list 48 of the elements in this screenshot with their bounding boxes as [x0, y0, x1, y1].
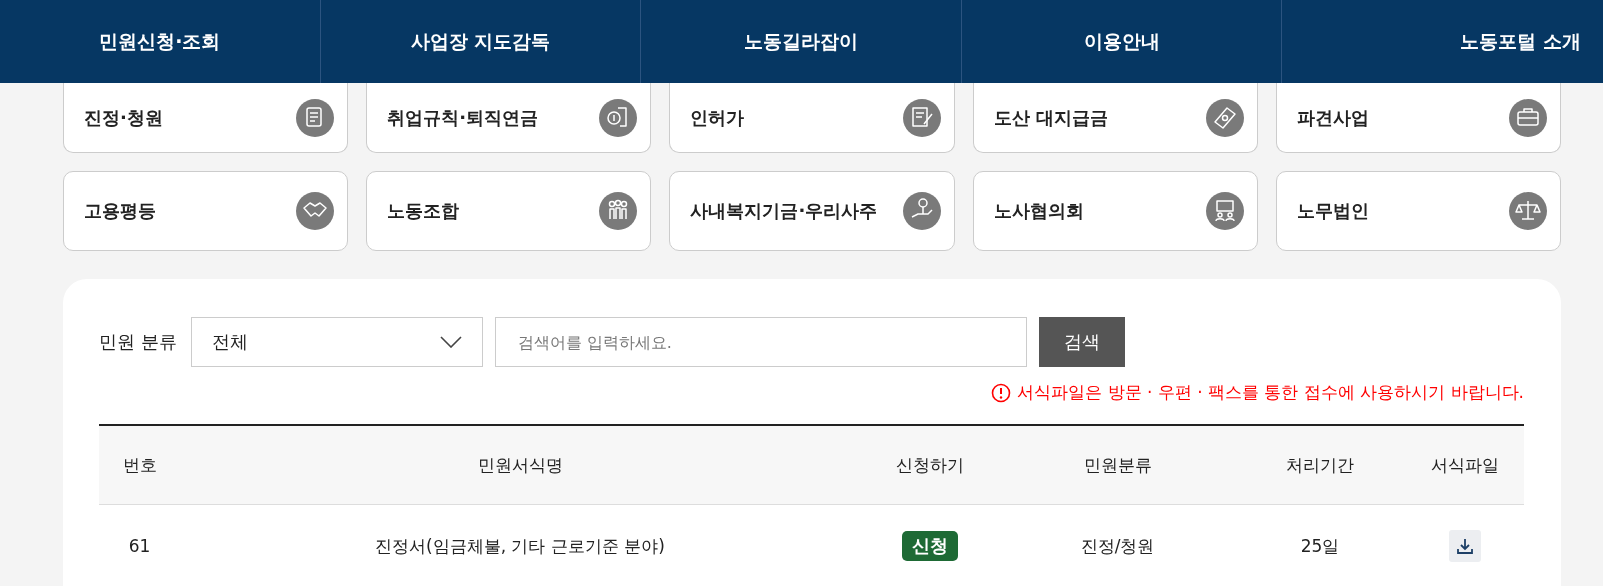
apply-button[interactable]: 신청: [902, 531, 958, 561]
category-label: 도산 대지급금: [993, 105, 1108, 130]
column-header: 처리기간: [1235, 425, 1405, 505]
search-button[interactable]: 검색: [1038, 317, 1125, 367]
category-label: 사내복지기금·우리사주: [690, 199, 878, 223]
category-label: 노무법인: [1296, 199, 1369, 223]
chevron-down-icon: [439, 336, 462, 348]
category-card[interactable]: 진정·청원: [63, 83, 349, 153]
category-card[interactable]: 도산 대지급금: [972, 83, 1258, 153]
document-pen-icon: [901, 97, 942, 138]
table-cell: 진정서(임금체불, 기타 근로기준 분야): [180, 504, 860, 586]
column-header: 신청하기: [860, 425, 1000, 505]
category-label: 취업규칙·퇴직연금: [387, 105, 539, 130]
table-cell: 진정/청원: [1000, 504, 1235, 586]
nav-menu-item[interactable]: 노동포털 소개: [1282, 0, 1603, 83]
category-label: 노동조합: [387, 199, 460, 223]
download-button[interactable]: [1448, 530, 1481, 562]
column-header: 번호: [99, 425, 180, 505]
download-icon: [1455, 537, 1474, 555]
column-header: 민원분류: [1000, 425, 1235, 505]
banknote-icon: [1204, 97, 1245, 138]
coin-document-icon: [598, 97, 639, 138]
briefcase-icon: [1508, 97, 1548, 138]
category-label: 진정·청원: [84, 105, 163, 130]
category-select[interactable]: 전체: [190, 317, 483, 367]
category-card[interactable]: 사내복지기금·우리사주: [669, 171, 955, 251]
people-icon: [598, 191, 639, 231]
table-cell: 61: [99, 504, 180, 586]
filter-label: 민원 분류: [99, 330, 177, 354]
category-card[interactable]: 노동조합: [366, 171, 652, 251]
column-header: 민원서식명: [180, 425, 860, 505]
category-label: 노사협의회: [993, 199, 1084, 223]
category-card[interactable]: 노무법인: [1275, 171, 1561, 251]
column-header: 서식파일: [1405, 425, 1524, 505]
category-label: 파견사업: [1296, 105, 1369, 130]
category-label: 인허가: [690, 105, 745, 130]
warning-icon: [991, 382, 1012, 403]
scales-icon: [1508, 191, 1548, 231]
notice-text: 서식파일은 방문 · 우편 · 팩스를 통한 접수에 사용하시기 바랍니다.: [1017, 381, 1524, 404]
category-card[interactable]: 노사협의회: [972, 171, 1258, 251]
presentation-icon: [1204, 191, 1245, 231]
search-field[interactable]: 검색어를 입력하세요.: [494, 317, 1027, 367]
category-card[interactable]: 인허가: [669, 83, 955, 153]
table-cell: 25일: [1235, 504, 1405, 586]
category-card[interactable]: 파견사업: [1275, 83, 1561, 153]
category-card[interactable]: 고용평등: [63, 171, 349, 251]
category-label: 고용평등: [84, 199, 156, 223]
category-card[interactable]: 취업규칙·퇴직연금: [366, 83, 652, 153]
